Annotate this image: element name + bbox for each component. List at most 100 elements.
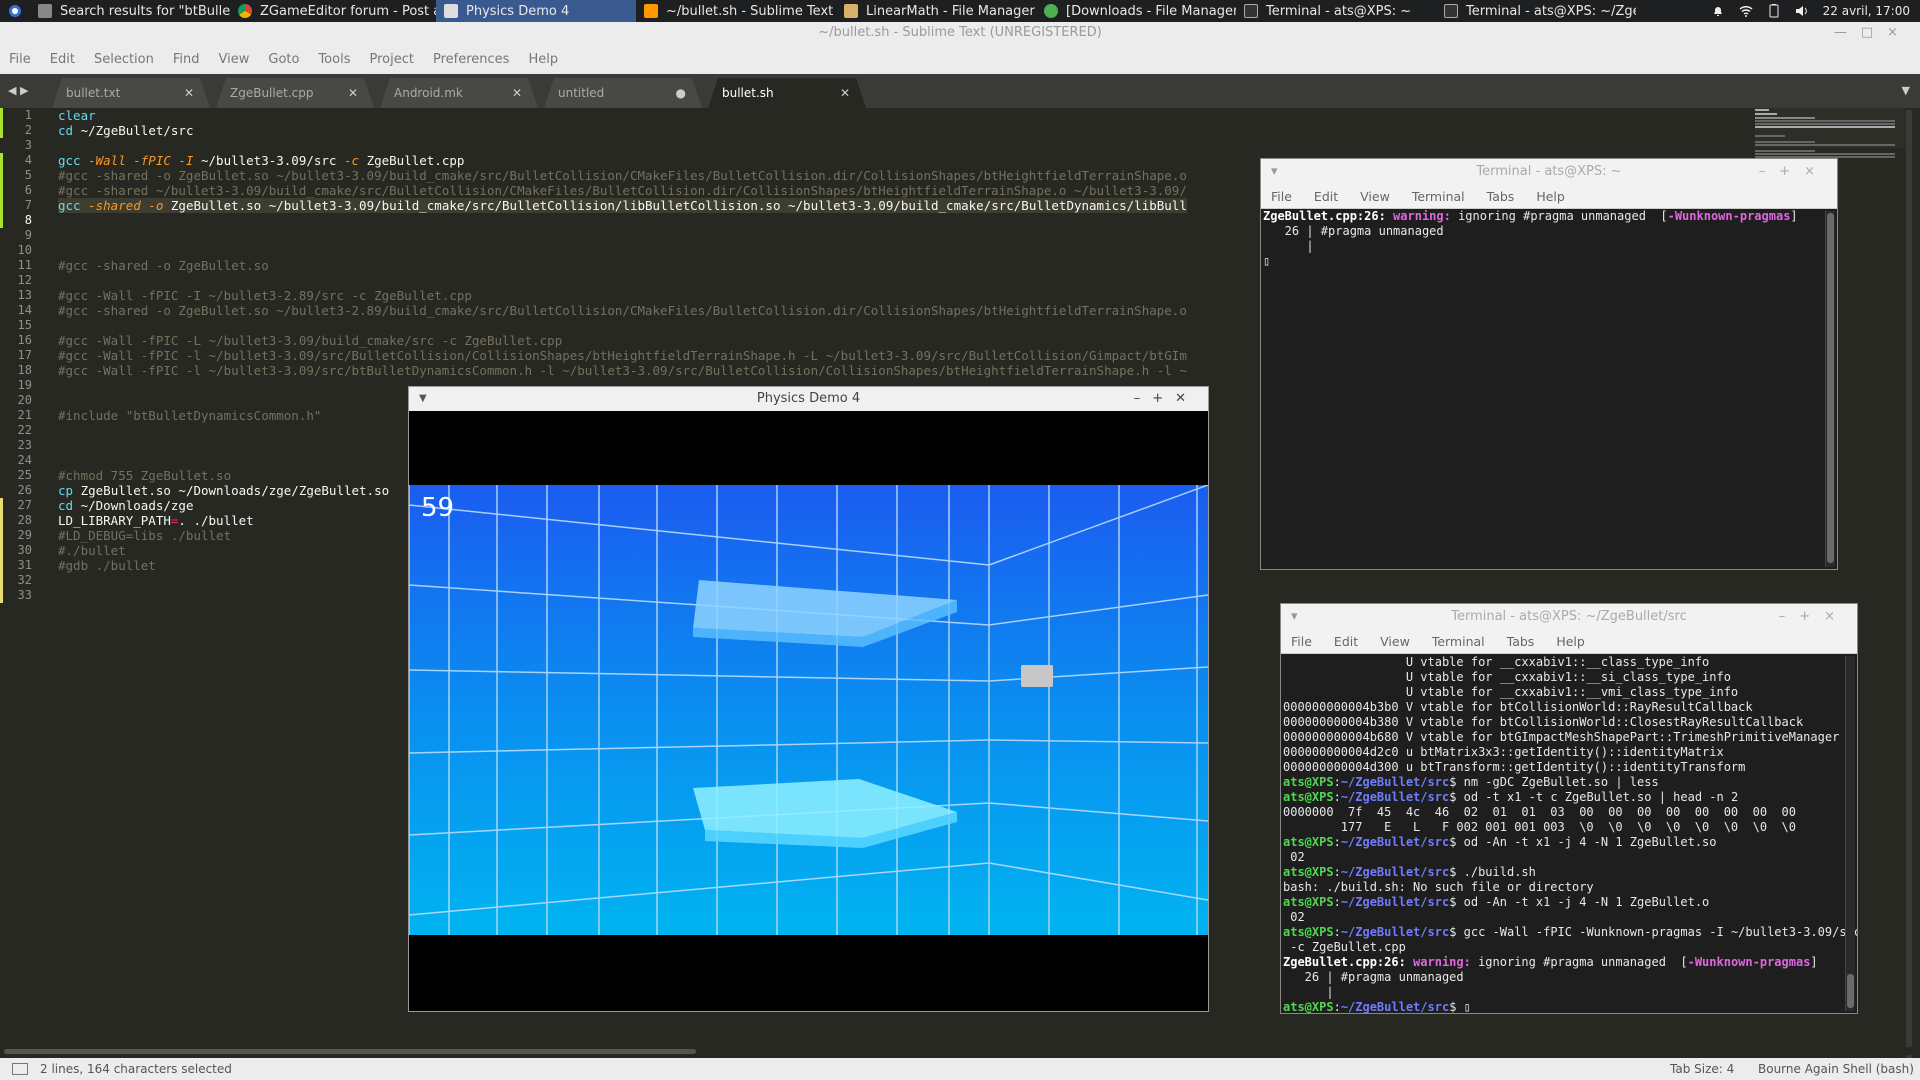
taskbar-item-search-results[interactable]: Search results for "btBullet... xyxy=(30,0,230,22)
menu-help[interactable]: Help xyxy=(1536,189,1565,204)
code-line[interactable]: gcc -shared -o ZgeBullet.so ~/bullet3-3.… xyxy=(58,198,1187,213)
code-line[interactable]: #gcc -shared -o ZgeBullet.so ~/bullet3-2… xyxy=(58,303,1187,318)
dirty-dot-icon[interactable]: ● xyxy=(676,78,686,108)
terminal-window-2[interactable]: ▾ Terminal - ats@XPS: ~/ZgeBullet/src –+× … xyxy=(1280,603,1858,1014)
menu-tools[interactable]: Tools xyxy=(318,52,350,67)
code-line[interactable]: #gcc -Wall -fPIC -l ~/bullet3-3.09/src/B… xyxy=(58,348,1187,363)
code-line[interactable]: #gcc -Wall -fPIC -I ~/bullet3-2.89/src -… xyxy=(58,288,472,303)
menu-project[interactable]: Project xyxy=(369,52,413,67)
taskbar-item-label: Search results for "btBullet... xyxy=(60,3,230,19)
terminal-output[interactable]: U vtable for __cxxabiv1::__class_type_in… xyxy=(1281,654,1857,1013)
menu-preferences[interactable]: Preferences xyxy=(433,52,509,67)
taskbar-item-physics-demo[interactable]: Physics Demo 4 xyxy=(436,0,636,22)
menu-edit[interactable]: Edit xyxy=(1334,634,1358,649)
code-line[interactable]: #LD_DEBUG=libs ./bullet xyxy=(58,528,231,543)
line-number: 12 xyxy=(17,273,32,287)
3d-viewport[interactable] xyxy=(409,485,1208,935)
vertical-scrollbar[interactable] xyxy=(1906,110,1912,1060)
code-line[interactable]: #./bullet xyxy=(58,543,126,558)
terminal-text: : xyxy=(1333,865,1341,879)
volume-icon[interactable] xyxy=(1795,4,1809,18)
menu-selection[interactable]: Selection xyxy=(94,52,154,67)
terminal-scrollbar[interactable] xyxy=(1825,211,1835,567)
menu-file[interactable]: File xyxy=(1271,189,1292,204)
tab-size-indicator[interactable]: Tab Size: 4 xyxy=(1670,1058,1734,1080)
scroll-thumb[interactable] xyxy=(1827,213,1834,563)
code-line[interactable]: #chmod 755 ZgeBullet.so xyxy=(58,468,231,483)
terminal-text: $ od -t x1 -t c ZgeBullet.so | head -n 2 xyxy=(1449,790,1739,804)
window-controls[interactable]: —□× xyxy=(1834,22,1912,44)
horizontal-scrollbar[interactable] xyxy=(4,1047,1914,1055)
taskbar-item-linearmath[interactable]: LinearMath - File Manager xyxy=(836,0,1036,22)
menu-terminal[interactable]: Terminal xyxy=(1432,634,1485,649)
taskbar-item-terminal-2[interactable]: Terminal - ats@XPS: ~/ZgeB... xyxy=(1436,0,1636,22)
code-line[interactable]: #gcc -Wall -fPIC -l ~/bullet3-3.09/src/b… xyxy=(58,363,1187,378)
code-line[interactable]: cd ~/Downloads/zge xyxy=(58,498,193,513)
terminal-text: warning: xyxy=(1393,209,1459,223)
tab-bullet-txt[interactable]: bullet.txt ✕ xyxy=(52,78,210,108)
menu-view[interactable]: View xyxy=(1380,634,1410,649)
scroll-thumb[interactable] xyxy=(4,1049,696,1054)
close-icon[interactable]: ✕ xyxy=(512,78,522,108)
menu-find[interactable]: Find xyxy=(173,52,200,67)
menu-terminal[interactable]: Terminal xyxy=(1412,189,1465,204)
code-line[interactable]: LD_LIBRARY_PATH=. ./bullet xyxy=(58,513,254,528)
close-icon[interactable]: ✕ xyxy=(840,78,850,108)
menu-help[interactable]: Help xyxy=(1556,634,1585,649)
tab-untitled[interactable]: untitled ● xyxy=(544,78,702,108)
code-line[interactable]: #gcc -shared ~/bullet3-3.09/build_cmake/… xyxy=(58,183,1187,198)
menu-file[interactable]: File xyxy=(1291,634,1312,649)
window-controls[interactable]: –+× xyxy=(1779,604,1849,630)
notification-bell-icon[interactable] xyxy=(1711,4,1725,18)
terminal-window-1[interactable]: ▾ Terminal - ats@XPS: ~ –+× File Edit View… xyxy=(1260,158,1838,570)
chrome-icon xyxy=(238,4,252,18)
tab-list-dropdown-icon[interactable]: ▼ xyxy=(1902,84,1910,97)
code-token: #gcc -shared -o ZgeBullet.so ~/bullet3-2… xyxy=(58,303,1187,318)
code-line[interactable]: gcc -Wall -fPIC -I ~/bullet3-3.09/src -c… xyxy=(58,153,464,168)
window-menu-icon[interactable]: ▾ xyxy=(1271,159,1278,185)
menu-goto[interactable]: Goto xyxy=(268,52,299,67)
code-line[interactable]: #gcc -shared -o ZgeBullet.so ~/bullet3-3… xyxy=(58,168,1187,183)
taskbar-item-downloads[interactable]: [Downloads - File Manager] xyxy=(1036,0,1236,22)
tab-label: ZgeBullet.cpp xyxy=(230,86,314,100)
tab-zgebullet-cpp[interactable]: ZgeBullet.cpp ✕ xyxy=(216,78,374,108)
wifi-icon[interactable] xyxy=(1739,4,1753,18)
close-icon[interactable]: ✕ xyxy=(348,78,358,108)
terminal-text: 000000000004b380 V vtable for btCollisio… xyxy=(1283,715,1804,729)
scroll-thumb[interactable] xyxy=(1847,974,1854,1008)
close-icon[interactable]: ✕ xyxy=(184,78,194,108)
code-line[interactable]: #include "btBulletDynamicsCommon.h" xyxy=(58,408,321,423)
code-line[interactable]: #gcc -shared -o ZgeBullet.so xyxy=(58,258,269,273)
code-line[interactable]: #gdb ./bullet xyxy=(58,558,156,573)
menu-tabs[interactable]: Tabs xyxy=(1507,634,1535,649)
code-line[interactable]: cp ZgeBullet.so ~/Downloads/zge/ZgeBulle… xyxy=(58,483,389,498)
start-menu-button[interactable] xyxy=(0,0,30,22)
window-controls[interactable]: –+✕ xyxy=(1134,387,1198,411)
tab-nav-arrows[interactable]: ◀ ▶ xyxy=(8,84,28,97)
menu-help[interactable]: Help xyxy=(528,52,558,67)
taskbar-item-terminal-1[interactable]: Terminal - ats@XPS: ~ xyxy=(1236,0,1436,22)
taskbar-item-sublime[interactable]: ~/bullet.sh - Sublime Text (U... xyxy=(636,0,836,22)
panel-toggle-icon[interactable] xyxy=(12,1063,28,1075)
menu-view[interactable]: View xyxy=(1360,189,1390,204)
code-line[interactable]: #gcc -Wall -fPIC -L ~/bullet3-3.09/build… xyxy=(58,333,562,348)
window-controls[interactable]: –+× xyxy=(1759,159,1829,185)
menu-tabs[interactable]: Tabs xyxy=(1487,189,1515,204)
syntax-indicator[interactable]: Bourne Again Shell (bash) xyxy=(1758,1058,1914,1080)
code-line[interactable]: cd ~/ZgeBullet/src xyxy=(58,123,193,138)
battery-icon[interactable] xyxy=(1767,4,1781,18)
tab-android-mk[interactable]: Android.mk ✕ xyxy=(380,78,538,108)
menu-file[interactable]: File xyxy=(9,52,31,67)
window-menu-icon[interactable]: ▼ xyxy=(419,387,427,411)
terminal-output[interactable]: ZgeBullet.cpp:26: warning: ignoring #pra… xyxy=(1261,209,1837,569)
menu-edit[interactable]: Edit xyxy=(1314,189,1338,204)
tab-bullet-sh[interactable]: bullet.sh ✕ xyxy=(708,78,866,108)
clock[interactable]: 22 avril, 17:00 xyxy=(1823,4,1910,18)
window-menu-icon[interactable]: ▾ xyxy=(1291,604,1298,630)
terminal-scrollbar[interactable] xyxy=(1845,656,1855,1011)
menu-edit[interactable]: Edit xyxy=(50,52,75,67)
physics-demo-window[interactable]: ▼ Physics Demo 4 –+✕ 59 xyxy=(408,386,1209,1012)
menu-view[interactable]: View xyxy=(219,52,250,67)
code-line[interactable]: clear xyxy=(58,108,96,123)
taskbar-item-zgameeditor-forum[interactable]: ZGameEditor forum - Post a ... xyxy=(230,0,436,22)
